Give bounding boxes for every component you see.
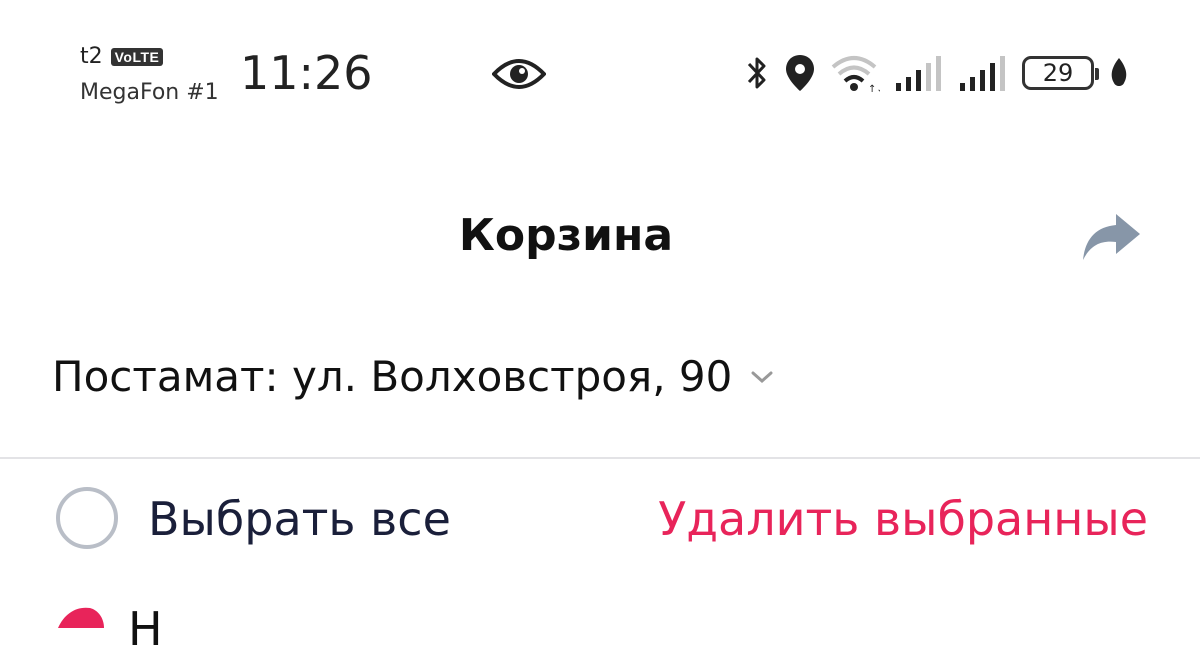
bluetooth-icon — [747, 57, 766, 89]
next-row-text: Н — [128, 602, 163, 656]
select-all-label[interactable]: Выбрать все — [148, 492, 451, 546]
flame-icon — [58, 607, 104, 628]
divider — [0, 457, 1200, 459]
status-bar: t2 VoLTE MegaFon #1 11:26 ↑↓ — [0, 0, 1200, 130]
svg-text:↑↓: ↑↓ — [868, 84, 880, 93]
delivery-address-selector[interactable]: Постамат: ул. Волховстроя, 90 — [52, 352, 774, 401]
battery-level: 29 — [1042, 59, 1074, 87]
signal-icon — [960, 56, 1005, 91]
eye-icon — [492, 59, 546, 89]
carrier-indicator: t2 VoLTE — [80, 44, 164, 69]
battery-icon: 29 — [1022, 56, 1099, 90]
chevron-down-icon — [751, 371, 773, 383]
location-icon — [786, 55, 814, 91]
wifi-icon: ↑↓ — [831, 56, 880, 93]
app-header: Корзина — [0, 190, 1200, 290]
leaf-icon — [1111, 58, 1127, 86]
carrier-short: t2 — [80, 44, 103, 69]
selection-row: Выбрать все Удалить выбранные — [0, 470, 1200, 580]
clock: 11:26 — [240, 46, 373, 100]
status-icons: ↑↓ 29 — [744, 50, 1130, 96]
delivery-address: Постамат: ул. Волховстроя, 90 — [52, 352, 733, 401]
carrier-name: MegaFon #1 — [80, 80, 219, 105]
delete-selected-button[interactable]: Удалить выбранные — [658, 492, 1148, 546]
signal-icon — [896, 56, 941, 91]
share-arrow-icon[interactable] — [1080, 210, 1144, 264]
volte-badge: VoLTE — [110, 47, 164, 66]
page-title: Корзина — [458, 210, 674, 261]
select-all-radio[interactable] — [56, 487, 118, 549]
